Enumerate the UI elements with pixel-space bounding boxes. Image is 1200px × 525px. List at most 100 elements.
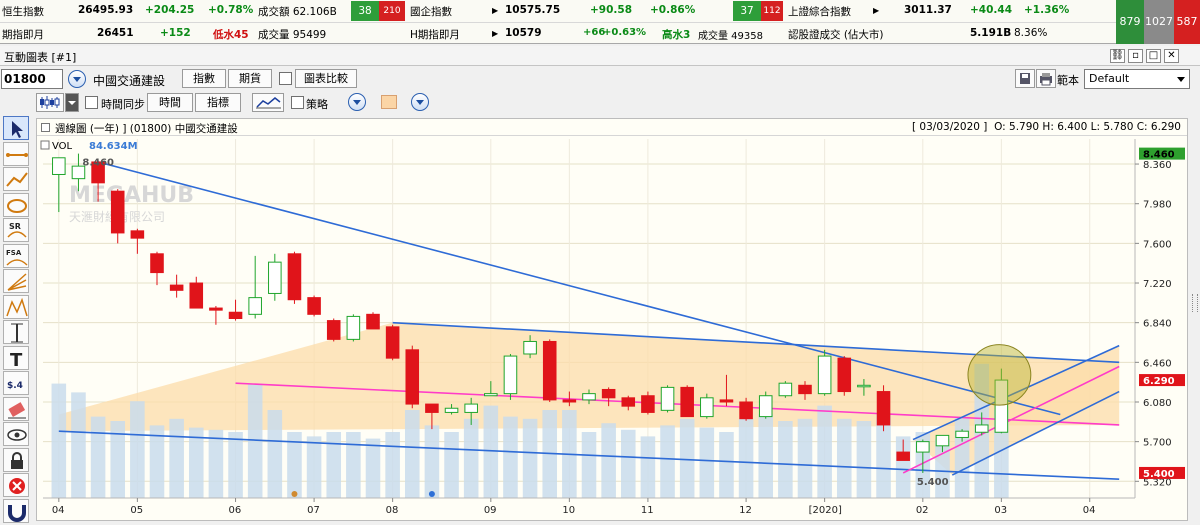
close-icon[interactable]: ✕ — [1164, 49, 1179, 63]
hsi-futures-change: +152 — [160, 27, 191, 39]
hsi-up-count: 38 — [351, 1, 379, 21]
maximize-icon[interactable]: □ — [1146, 49, 1161, 63]
candle-body — [916, 441, 930, 453]
volume-bar — [601, 423, 616, 498]
magnet-tool-icon[interactable] — [3, 498, 29, 523]
hscei-arrow-icon: ▶ — [492, 6, 499, 15]
ellipse-tool-icon[interactable] — [3, 192, 29, 217]
price-tool-icon[interactable]: $.4 — [3, 371, 29, 395]
x-tick-label: [2020] — [809, 505, 842, 516]
candle-body — [130, 230, 145, 239]
volume-bar — [522, 418, 538, 498]
hsi-futures-volume: 成交量 95499 — [258, 29, 327, 41]
candle-body — [52, 157, 66, 175]
chart-scrollbar[interactable] — [1190, 118, 1200, 521]
chart-type-candle-icon[interactable] — [36, 93, 64, 112]
line-tool-icon[interactable] — [3, 141, 29, 166]
stock-dropdown-button[interactable] — [68, 70, 86, 88]
hhi-arrow-icon: ▶ — [492, 29, 499, 38]
candle-body — [680, 386, 694, 418]
text-tool-icon[interactable]: T — [3, 345, 29, 371]
chart-header: 週線圖 (一年) ] (01800) 中國交通建設 [ 03/03/2020 ]… — [37, 119, 1187, 136]
sr-tool-icon[interactable]: SR — [3, 218, 29, 242]
template-select[interactable]: Default — [1084, 69, 1190, 89]
volume-bar — [758, 414, 774, 498]
fan-tool-icon[interactable] — [3, 269, 29, 293]
save-template-icon[interactable] — [1015, 69, 1035, 88]
warrant-value: 5.191B — [970, 27, 1012, 39]
print-icon[interactable] — [1036, 69, 1056, 88]
measure-tool-icon[interactable] — [3, 320, 29, 344]
lock-tool-icon[interactable] — [3, 447, 29, 472]
candle-body — [837, 357, 852, 393]
candle-body — [189, 282, 204, 309]
time-button[interactable]: 時間 — [147, 93, 193, 112]
vol-label: VOL — [52, 141, 73, 152]
x-tick-label: 04 — [1083, 505, 1096, 516]
compare-checkbox[interactable] — [279, 72, 292, 85]
candle-body — [621, 397, 636, 407]
chart-panel[interactable]: MEGAHUB天滙財經有限公司8.4605.400VOL84.634M8.360… — [36, 118, 1188, 521]
fsa-tool-icon[interactable]: FSA — [3, 243, 29, 268]
x-tick-label: 05 — [130, 505, 143, 516]
price-tag-label: 5.400 — [1143, 469, 1175, 480]
strategy-dropdown-button[interactable] — [348, 93, 366, 111]
candle-body — [287, 253, 302, 301]
time-sync-checkbox[interactable] — [85, 96, 98, 109]
eye-tool-icon[interactable] — [3, 422, 29, 446]
header-collapse-icon[interactable] — [41, 123, 50, 132]
color-dropdown-button[interactable] — [411, 93, 429, 111]
trend-tool-icon[interactable] — [3, 167, 29, 191]
link-icon[interactable]: ⛓ — [1110, 49, 1125, 63]
sse-pct: +1.36% — [1024, 4, 1070, 16]
restore-icon[interactable]: ▫ — [1128, 49, 1143, 63]
wave-tool-icon[interactable] — [3, 294, 29, 319]
volume-bar — [660, 425, 675, 498]
breadth-flat: 1027 — [1144, 0, 1174, 44]
stock-code-input[interactable] — [1, 69, 63, 89]
y-tick-label: 6.080 — [1143, 398, 1172, 409]
candle-body — [582, 393, 596, 401]
chart-type-dropdown-icon[interactable] — [65, 93, 79, 112]
candlestick-chart[interactable]: MEGAHUB天滙財經有限公司8.4605.400VOL84.634M8.360… — [37, 119, 1187, 520]
candle-body — [758, 395, 773, 418]
eraser-tool-icon[interactable] — [3, 396, 29, 421]
hsi-futures-discount: 低水45 — [213, 29, 249, 41]
hsi-label: 恒生指數 — [2, 6, 44, 18]
scroll-handle[interactable] — [1192, 294, 1198, 312]
indicator-button[interactable]: 指標 — [195, 93, 241, 112]
futures-button[interactable]: 期貨 — [228, 69, 272, 88]
market-ticker: 恒生指數 26495.93 +204.25 +0.78% 成交額 62.106B… — [0, 0, 1200, 44]
volume-bar — [228, 432, 243, 498]
sse-change: +40.44 — [970, 4, 1013, 16]
candle-body — [542, 340, 557, 401]
volume-bar — [738, 418, 754, 498]
compare-button[interactable]: 圖表比較 — [295, 69, 357, 88]
candle-body — [268, 261, 282, 294]
index-button[interactable]: 指數 — [182, 69, 226, 88]
line-chart-icon[interactable] — [252, 93, 284, 112]
volume-bar — [817, 405, 832, 498]
delete-tool-icon[interactable] — [3, 473, 29, 497]
x-tick-label: 03 — [994, 505, 1007, 516]
volume-bar — [581, 432, 597, 498]
candle-body — [169, 284, 184, 291]
candle-body — [405, 349, 420, 405]
template-value: Default — [1089, 72, 1130, 85]
chart-toolbar: 時間同步 時間 指標 策略 — [0, 91, 1200, 114]
cursor-tool-icon[interactable] — [3, 116, 29, 140]
hsi-futures-label: 期指即月 — [2, 29, 44, 41]
price-tag-label: 6.290 — [1143, 376, 1175, 387]
x-tick-label: 08 — [386, 505, 399, 516]
y-tick-label: 7.220 — [1143, 279, 1172, 290]
volume-bar — [699, 427, 715, 498]
candle-body — [484, 393, 498, 397]
y-tick-label: 8.360 — [1143, 160, 1172, 171]
sse-label: 上證綜合指數 — [788, 6, 851, 18]
fill-color-swatch[interactable] — [381, 95, 397, 109]
volume-bar — [463, 418, 479, 498]
candle-body — [641, 395, 655, 413]
strategy-checkbox[interactable] — [291, 96, 304, 109]
breadth-down: 587 — [1174, 0, 1200, 44]
hhi-futures-label: H期指即月 — [410, 29, 460, 41]
